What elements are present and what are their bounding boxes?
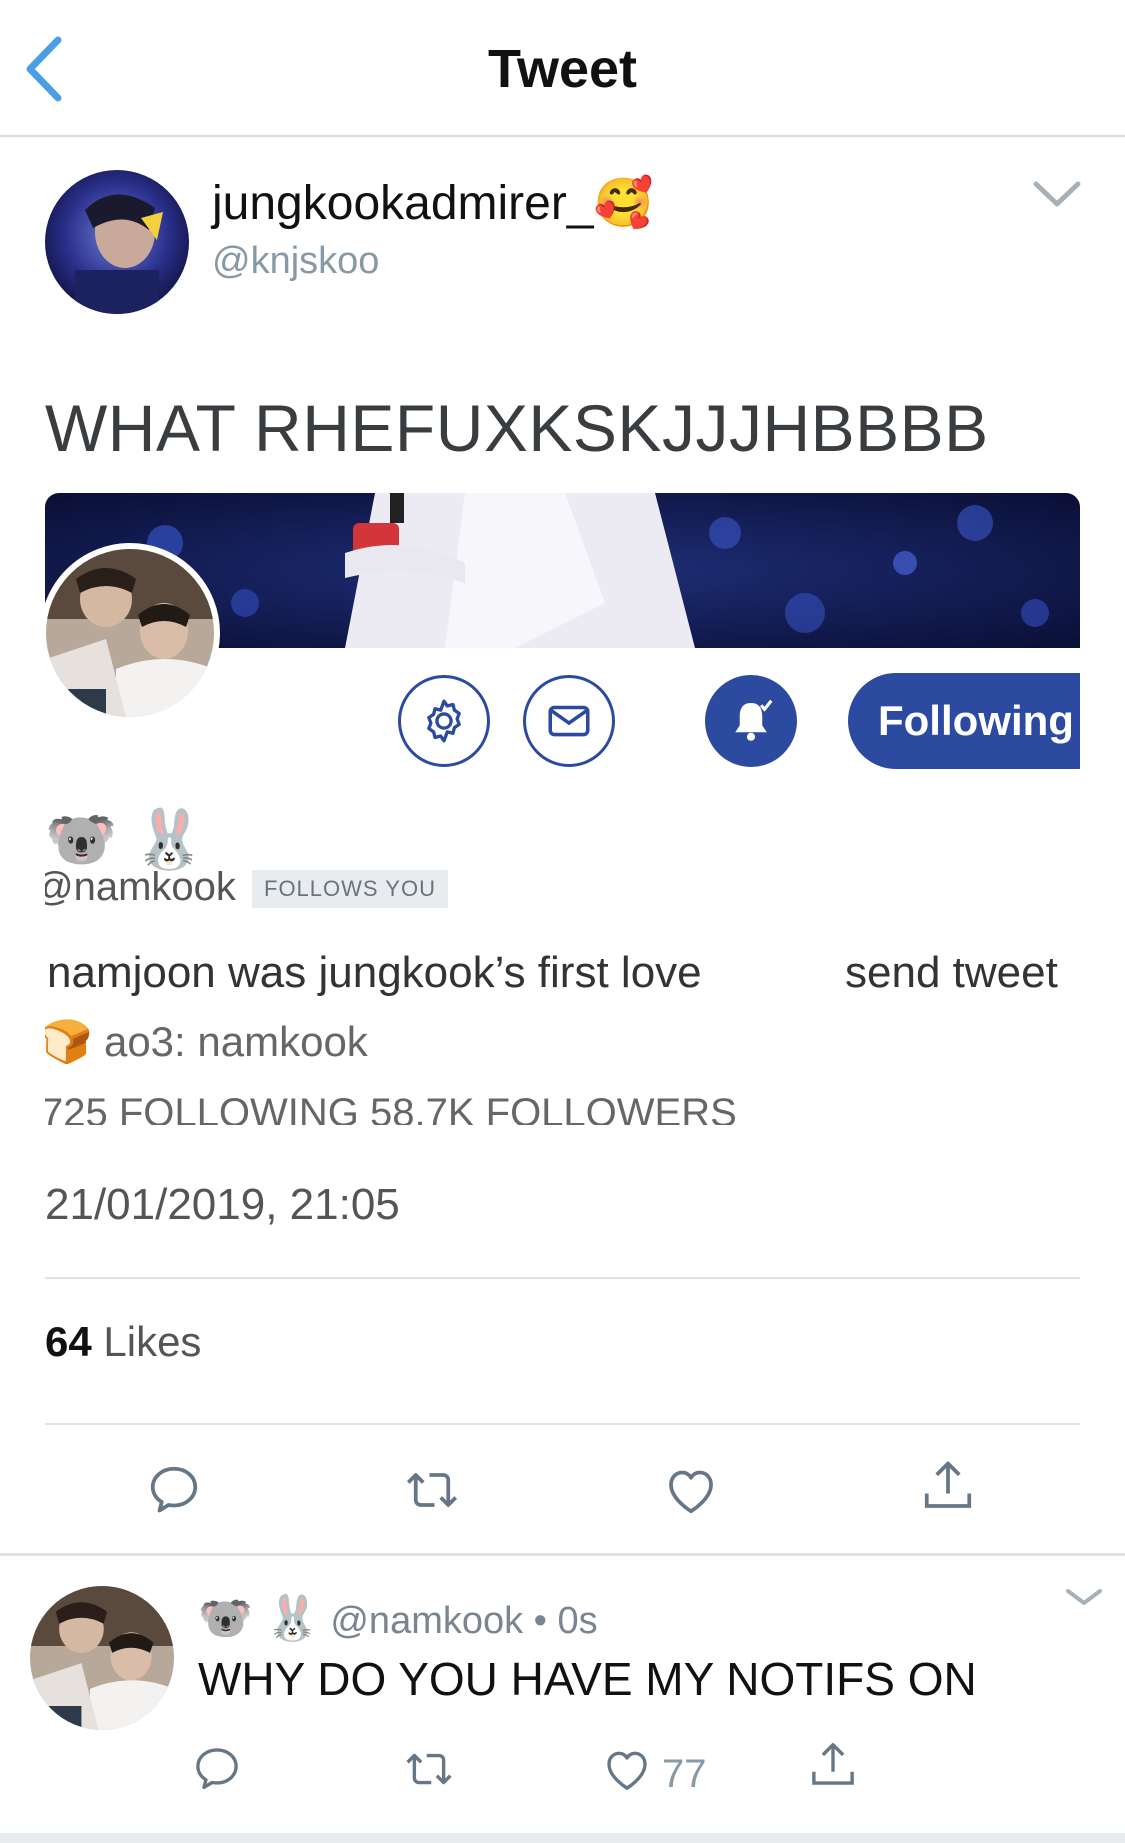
chevron-down-icon bbox=[1066, 1589, 1102, 1605]
like-button[interactable] bbox=[661, 1460, 721, 1520]
retweet-icon bbox=[406, 1753, 452, 1785]
reply-author[interactable]: 🐨 🐰 @namkook • 0s bbox=[198, 1592, 598, 1644]
reply-like-count: 77 bbox=[662, 1752, 707, 1796]
reply-options-button[interactable] bbox=[1065, 1586, 1103, 1608]
embedded-profile-card: Following 🐨 🐰 @namkook FOLLOWS YOU namjo… bbox=[45, 493, 1080, 1125]
page-title: Tweet bbox=[487, 39, 638, 99]
notifications-button[interactable] bbox=[705, 675, 797, 767]
profile-avatar bbox=[45, 543, 220, 723]
send-tweet-link[interactable]: send tweet bbox=[845, 948, 1058, 998]
likes-number: 64 bbox=[45, 1318, 92, 1365]
author-handle[interactable]: @knjskoo bbox=[212, 240, 379, 283]
retweet-button[interactable] bbox=[402, 1460, 462, 1520]
divider bbox=[0, 1553, 1125, 1556]
gear-icon bbox=[427, 699, 461, 743]
divider bbox=[45, 1277, 1080, 1279]
reply-text: WHY DO YOU HAVE MY NOTIFS ON bbox=[198, 1653, 977, 1705]
reply-share-button[interactable] bbox=[806, 1738, 860, 1792]
likes-label: Likes bbox=[91, 1318, 202, 1365]
share-icon bbox=[924, 1461, 972, 1508]
envelope-icon bbox=[548, 705, 590, 737]
comment-icon bbox=[196, 1748, 238, 1790]
tweet-text: WHAT RHEFUXKSKJJJHBBBB bbox=[45, 391, 989, 465]
profile-bio: namjoon was jungkook’s first love bbox=[47, 948, 702, 997]
chevron-down-icon bbox=[1033, 181, 1081, 207]
reply-retweet-button[interactable] bbox=[402, 1742, 456, 1796]
profile-follow-counts: 725 FOLLOWING 58.7K FOLLOWERS bbox=[45, 1091, 737, 1125]
message-button[interactable] bbox=[523, 675, 615, 767]
reply-like-button[interactable] bbox=[600, 1742, 654, 1796]
profile-location: 🍞 ao3: namkook bbox=[45, 1018, 368, 1065]
retweet-icon bbox=[406, 1473, 458, 1507]
profile-handle: @namkook bbox=[45, 865, 236, 909]
divider bbox=[45, 1423, 1080, 1425]
share-icon bbox=[812, 1743, 854, 1785]
reply-time: • 0s bbox=[523, 1600, 598, 1642]
reply-handle: @namkook bbox=[330, 1600, 524, 1642]
reply-emoji-name: 🐨 🐰 bbox=[198, 1594, 320, 1643]
author-display-name[interactable]: jungkookadmirer_🥰 bbox=[212, 174, 653, 231]
author-avatar[interactable] bbox=[45, 170, 189, 314]
bell-check-icon bbox=[735, 699, 773, 741]
reply-comment-button[interactable] bbox=[190, 1742, 244, 1796]
comment-icon bbox=[150, 1466, 198, 1513]
tweet-timestamp: 21/01/2019, 21:05 bbox=[45, 1180, 400, 1229]
heart-icon bbox=[607, 1751, 647, 1790]
reply-avatar[interactable] bbox=[30, 1586, 174, 1730]
bottom-separator bbox=[0, 1833, 1125, 1843]
tweet-options-button[interactable] bbox=[1032, 178, 1082, 208]
following-button[interactable]: Following bbox=[848, 673, 1080, 769]
share-button[interactable] bbox=[918, 1456, 978, 1516]
reply-button[interactable] bbox=[144, 1460, 204, 1520]
heart-icon bbox=[669, 1470, 713, 1514]
follows-you-badge: FOLLOWS YOU bbox=[252, 870, 448, 908]
profile-settings-button[interactable] bbox=[398, 675, 490, 767]
likes-count[interactable]: 64 Likes bbox=[45, 1318, 201, 1366]
